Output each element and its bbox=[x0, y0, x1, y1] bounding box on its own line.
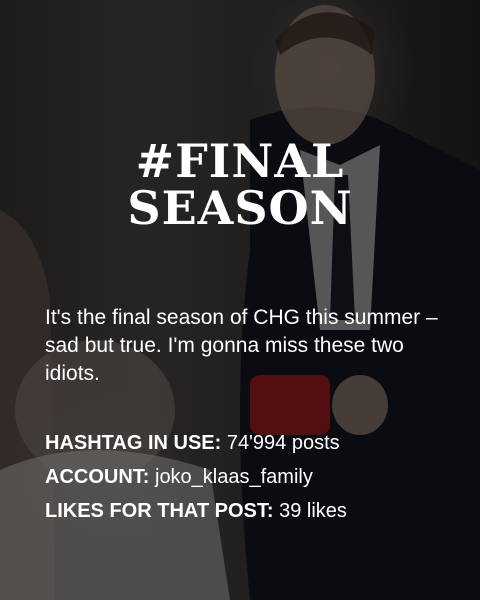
stat-likes: LIKES FOR THAT POST: 39 likes bbox=[45, 494, 465, 528]
post-stats: HASHTAG IN USE: 74'994 posts ACCOUNT: jo… bbox=[45, 426, 465, 528]
stat-account-value: joko_klaas_family bbox=[149, 466, 313, 488]
post-title: #FINAL SEASON bbox=[0, 138, 480, 232]
post-card: #FINAL SEASON It's the final season of C… bbox=[0, 0, 480, 600]
stat-account: ACCOUNT: joko_klaas_family bbox=[45, 460, 465, 494]
stat-hashtag: HASHTAG IN USE: 74'994 posts bbox=[45, 426, 465, 460]
stat-account-label: ACCOUNT: bbox=[45, 466, 150, 488]
stat-likes-value: 39 likes bbox=[273, 500, 347, 522]
post-content: #FINAL SEASON It's the final season of C… bbox=[0, 0, 480, 600]
title-line-1: #FINAL bbox=[135, 134, 345, 188]
stat-hashtag-label: HASHTAG IN USE: bbox=[45, 432, 222, 454]
stat-likes-label: LIKES FOR THAT POST: bbox=[45, 500, 274, 522]
stat-hashtag-value: 74'994 posts bbox=[221, 432, 340, 454]
title-line-2: SEASON bbox=[127, 181, 353, 235]
post-caption: It's the final season of CHG this summer… bbox=[45, 306, 438, 385]
